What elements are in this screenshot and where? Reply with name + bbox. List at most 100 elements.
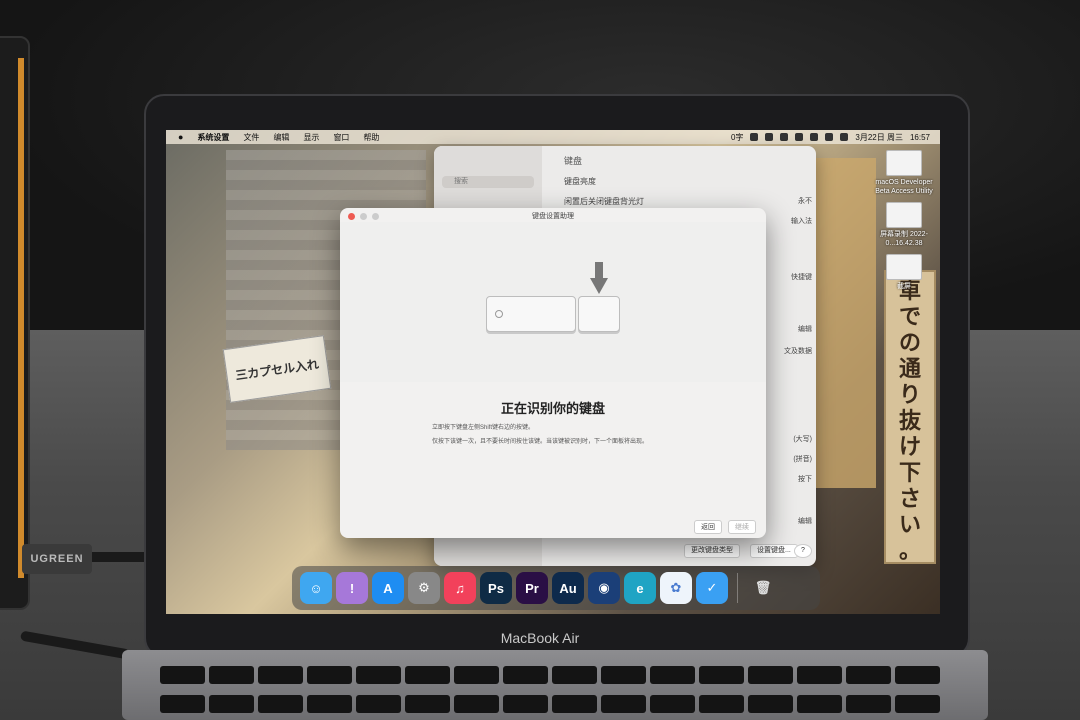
bluetooth-icon[interactable]	[795, 133, 804, 141]
keycap	[797, 666, 842, 684]
keyboard-setup-assistant: 键盘设置助理 正在识别你的键盘 立即按下键盘左侧Shift键右边的按键。 仅按下…	[340, 208, 766, 538]
assistant-instruction-2: 仅按下该键一次，且不要长时间按住该键。当该键被识别时，下一个面板将出现。	[432, 439, 649, 445]
macbook-brand-label: MacBook Air	[500, 630, 580, 646]
keycap	[405, 695, 450, 713]
dock-separator	[737, 573, 738, 603]
ugreen-connector: UGREEN	[22, 544, 92, 574]
settings-gear-icon[interactable]: ⚙	[408, 572, 440, 604]
apple-menu-icon[interactable]: ●	[178, 132, 183, 142]
down-arrow-icon	[590, 262, 608, 294]
setting-value-shortcut[interactable]: 快捷键	[791, 272, 812, 282]
keycap	[601, 695, 646, 713]
keycap	[552, 666, 597, 684]
mic-icon[interactable]	[750, 133, 759, 141]
setting-value-edit[interactable]: 编辑	[798, 324, 812, 334]
input-status[interactable]: 0字	[731, 132, 743, 143]
setting-keyboard-brightness: 键盘亮度	[564, 177, 596, 186]
audition-icon[interactable]: Au	[552, 572, 584, 604]
keycap	[552, 695, 597, 713]
keycap	[160, 666, 205, 684]
keycap	[748, 666, 793, 684]
spotlight-icon[interactable]	[825, 133, 834, 141]
battery-icon[interactable]	[780, 133, 789, 141]
settings-title: 键盘	[564, 156, 583, 166]
setting-value-pinyin[interactable]: (拼音)	[793, 454, 812, 464]
target-key-illustration	[578, 296, 620, 332]
keycap	[748, 695, 793, 713]
back-button[interactable]: 返回	[694, 520, 722, 534]
finder-icon[interactable]: ☺	[300, 572, 332, 604]
keycap	[650, 666, 695, 684]
setting-value-press[interactable]: 按下	[798, 474, 812, 484]
setting-value-never[interactable]: 永不	[798, 196, 812, 206]
menu-bar: ● 系统设置 文件 编辑 显示 窗口 帮助 0字 3月22日 周三 16:57	[166, 130, 940, 144]
keycap	[258, 695, 303, 713]
edge-icon[interactable]: e	[624, 572, 656, 604]
wallpaper-tall-sign: 車での通り抜け下さい。	[884, 270, 936, 564]
menu-edit[interactable]: 编辑	[273, 132, 289, 143]
control-center-icon[interactable]	[840, 133, 849, 141]
keycap	[454, 666, 499, 684]
mac-screen: 三カプセル入れ 車での通り抜け下さい。 ● 系统设置 文件 编辑 显示 窗口 帮…	[166, 130, 940, 614]
setting-backlight-off: 闲置后关闭键盘背光灯	[564, 197, 644, 206]
music-icon[interactable]: ♫	[444, 572, 476, 604]
continue-button[interactable]: 继续	[728, 520, 756, 534]
keycap	[209, 666, 254, 684]
menu-help[interactable]: 帮助	[363, 132, 379, 143]
desktop-icons: macOS Developer Beta Access Utility 屏幕录制…	[872, 150, 936, 297]
adjacent-laptop	[0, 36, 30, 610]
feishu-icon[interactable]: ✓	[696, 572, 728, 604]
keycap	[846, 695, 891, 713]
desktop-icon-beta-utility[interactable]: macOS Developer Beta Access Utility	[872, 150, 936, 196]
keycap	[356, 695, 401, 713]
keycap	[846, 666, 891, 684]
premiere-icon[interactable]: Pr	[516, 572, 548, 604]
dock: ☺! A ⚙ ♫ Ps Pr Au ◉ e ✿ ✓ 🗑	[292, 566, 820, 610]
trash-icon[interactable]: 🗑	[747, 572, 779, 604]
keycap	[307, 666, 352, 684]
keycap	[209, 695, 254, 713]
menubar-date[interactable]: 3月22日 周三	[855, 132, 903, 143]
setting-value-input[interactable]: 输入法	[791, 216, 812, 226]
setting-value-text[interactable]: 文及数据	[784, 346, 812, 356]
keycap	[650, 695, 695, 713]
assistant-window-title: 键盘设置助理	[532, 213, 574, 220]
app-store-icon[interactable]: A	[372, 572, 404, 604]
menu-view[interactable]: 显示	[303, 132, 319, 143]
keyboard-illustration	[340, 222, 766, 382]
desktop-icon-screen-recording[interactable]: 屏幕录制 2022-0...16.42.38	[872, 202, 936, 248]
status-area: 0字 3月22日 周三 16:57	[731, 132, 930, 143]
assistant-instruction-1: 立即按下键盘左侧Shift键右边的按键。	[432, 425, 535, 431]
help-button[interactable]: ?	[794, 544, 812, 558]
keycap	[307, 695, 352, 713]
desktop-icon-screenshot[interactable]: 截屏	[872, 254, 936, 291]
keycap	[895, 666, 940, 684]
photoshop-icon[interactable]: Ps	[480, 572, 512, 604]
keycap	[503, 695, 548, 713]
keycap	[699, 666, 744, 684]
menu-app-name[interactable]: 系统设置	[197, 132, 229, 143]
menu-file[interactable]: 文件	[243, 132, 259, 143]
keycap	[405, 666, 450, 684]
keycap	[258, 666, 303, 684]
menubar-time[interactable]: 16:57	[910, 133, 930, 142]
change-keyboard-type-button[interactable]: 更改键盘类型	[684, 544, 740, 558]
lark-icon[interactable]: ✿	[660, 572, 692, 604]
keycap	[454, 695, 499, 713]
setting-value-caps[interactable]: (大写)	[793, 434, 812, 444]
keycap	[356, 666, 401, 684]
wallpaper-panel	[816, 158, 876, 488]
menu-window[interactable]: 窗口	[333, 132, 349, 143]
steam-icon[interactable]: ◉	[588, 572, 620, 604]
physical-keyboard	[160, 666, 940, 720]
keycap	[601, 666, 646, 684]
setup-keyboard-button[interactable]: 设置键盘...	[750, 544, 798, 558]
cat-icon[interactable]	[765, 133, 774, 141]
wifi-icon[interactable]	[810, 133, 819, 141]
settings-search-input[interactable]: 搜索	[442, 176, 534, 188]
keycap	[503, 666, 548, 684]
feedback-icon[interactable]: !	[336, 572, 368, 604]
setting-value-edit-2[interactable]: 编辑	[798, 516, 812, 526]
keycap	[160, 695, 205, 713]
keycap	[797, 695, 842, 713]
